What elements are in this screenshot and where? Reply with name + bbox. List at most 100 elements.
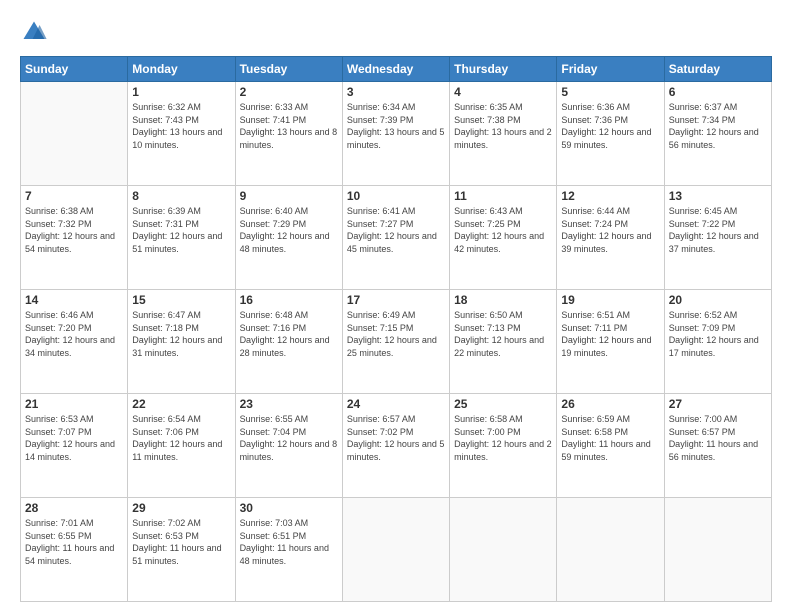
calendar-cell: 15 Sunrise: 6:47 AM Sunset: 7:18 PM Dayli… bbox=[128, 290, 235, 394]
header-thursday: Thursday bbox=[450, 57, 557, 82]
day-info: Sunrise: 6:38 AM Sunset: 7:32 PM Dayligh… bbox=[25, 205, 123, 255]
calendar-cell: 20 Sunrise: 6:52 AM Sunset: 7:09 PM Dayli… bbox=[664, 290, 771, 394]
header-monday: Monday bbox=[128, 57, 235, 82]
day-info: Sunrise: 6:55 AM Sunset: 7:04 PM Dayligh… bbox=[240, 413, 338, 463]
calendar-cell: 27Sunrise: 7:00 AM Sunset: 6:57 PM Dayli… bbox=[664, 394, 771, 498]
calendar-table: Sunday Monday Tuesday Wednesday Thursday… bbox=[20, 56, 772, 602]
day-info: Sunrise: 6:48 AM Sunset: 7:16 PM Dayligh… bbox=[240, 309, 338, 359]
calendar-cell: 28 Sunrise: 7:01 AM Sunset: 6:55 PM Dayli… bbox=[21, 498, 128, 602]
header-wednesday: Wednesday bbox=[342, 57, 449, 82]
day-info: Sunrise: 6:32 AM Sunset: 7:43 PM Dayligh… bbox=[132, 101, 230, 151]
day-info: Sunrise: 6:54 AM Sunset: 7:06 PM Dayligh… bbox=[132, 413, 230, 463]
calendar-row-4: 21 Sunrise: 6:53 AM Sunset: 7:07 PM Dayli… bbox=[21, 394, 772, 498]
day-number: 4 bbox=[454, 85, 552, 99]
calendar-cell: 29 Sunrise: 7:02 AM Sunset: 6:53 PM Dayli… bbox=[128, 498, 235, 602]
day-info: Sunrise: 6:44 AM Sunset: 7:24 PM Dayligh… bbox=[561, 205, 659, 255]
calendar-cell: 5 Sunrise: 6:36 AM Sunset: 7:36 PM Daylig… bbox=[557, 82, 664, 186]
day-number: 14 bbox=[25, 293, 123, 307]
day-info: Sunrise: 6:53 AM Sunset: 7:07 PM Dayligh… bbox=[25, 413, 123, 463]
calendar-row-3: 14 Sunrise: 6:46 AM Sunset: 7:20 PM Dayli… bbox=[21, 290, 772, 394]
day-info: Sunrise: 6:36 AM Sunset: 7:36 PM Dayligh… bbox=[561, 101, 659, 151]
calendar-row-1: 1 Sunrise: 6:32 AM Sunset: 7:43 PM Daylig… bbox=[21, 82, 772, 186]
calendar-cell: 18 Sunrise: 6:50 AM Sunset: 7:13 PM Dayli… bbox=[450, 290, 557, 394]
calendar-cell: 26 Sunrise: 6:59 AM Sunset: 6:58 PM Dayli… bbox=[557, 394, 664, 498]
day-number: 3 bbox=[347, 85, 445, 99]
day-number: 5 bbox=[561, 85, 659, 99]
calendar-cell: 6Sunrise: 6:37 AM Sunset: 7:34 PM Daylig… bbox=[664, 82, 771, 186]
day-info: Sunrise: 6:50 AM Sunset: 7:13 PM Dayligh… bbox=[454, 309, 552, 359]
day-number: 16 bbox=[240, 293, 338, 307]
calendar-cell: 3Sunrise: 6:34 AM Sunset: 7:39 PM Daylig… bbox=[342, 82, 449, 186]
day-info: Sunrise: 6:57 AM Sunset: 7:02 PM Dayligh… bbox=[347, 413, 445, 463]
day-number: 11 bbox=[454, 189, 552, 203]
day-number: 8 bbox=[132, 189, 230, 203]
calendar-cell: 11 Sunrise: 6:43 AM Sunset: 7:25 PM Dayli… bbox=[450, 186, 557, 290]
calendar-cell: 10 Sunrise: 6:41 AM Sunset: 7:27 PM Dayli… bbox=[342, 186, 449, 290]
day-info: Sunrise: 6:52 AM Sunset: 7:09 PM Dayligh… bbox=[669, 309, 767, 359]
day-number: 15 bbox=[132, 293, 230, 307]
calendar-cell: 14 Sunrise: 6:46 AM Sunset: 7:20 PM Dayli… bbox=[21, 290, 128, 394]
day-number: 7 bbox=[25, 189, 123, 203]
day-number: 12 bbox=[561, 189, 659, 203]
header-friday: Friday bbox=[557, 57, 664, 82]
day-number: 13 bbox=[669, 189, 767, 203]
day-info: Sunrise: 6:37 AM Sunset: 7:34 PM Dayligh… bbox=[669, 101, 767, 151]
calendar-cell: 12 Sunrise: 6:44 AM Sunset: 7:24 PM Dayli… bbox=[557, 186, 664, 290]
day-number: 17 bbox=[347, 293, 445, 307]
calendar-cell: 25 Sunrise: 6:58 AM Sunset: 7:00 PM Dayli… bbox=[450, 394, 557, 498]
day-number: 10 bbox=[347, 189, 445, 203]
day-number: 19 bbox=[561, 293, 659, 307]
calendar-cell: 19 Sunrise: 6:51 AM Sunset: 7:11 PM Dayli… bbox=[557, 290, 664, 394]
calendar-cell: 4Sunrise: 6:35 AM Sunset: 7:38 PM Daylig… bbox=[450, 82, 557, 186]
calendar-row-5: 28 Sunrise: 7:01 AM Sunset: 6:55 PM Dayli… bbox=[21, 498, 772, 602]
calendar-row-2: 7 Sunrise: 6:38 AM Sunset: 7:32 PM Daylig… bbox=[21, 186, 772, 290]
day-number: 25 bbox=[454, 397, 552, 411]
day-info: Sunrise: 6:46 AM Sunset: 7:20 PM Dayligh… bbox=[25, 309, 123, 359]
calendar-cell: 24 Sunrise: 6:57 AM Sunset: 7:02 PM Dayli… bbox=[342, 394, 449, 498]
day-number: 18 bbox=[454, 293, 552, 307]
day-number: 20 bbox=[669, 293, 767, 307]
day-info: Sunrise: 6:33 AM Sunset: 7:41 PM Dayligh… bbox=[240, 101, 338, 151]
day-number: 29 bbox=[132, 501, 230, 515]
day-info: Sunrise: 7:03 AM Sunset: 6:51 PM Dayligh… bbox=[240, 517, 338, 567]
day-number: 21 bbox=[25, 397, 123, 411]
day-number: 24 bbox=[347, 397, 445, 411]
calendar-cell: 8 Sunrise: 6:39 AM Sunset: 7:31 PM Daylig… bbox=[128, 186, 235, 290]
day-info: Sunrise: 6:47 AM Sunset: 7:18 PM Dayligh… bbox=[132, 309, 230, 359]
logo bbox=[20, 18, 52, 46]
day-info: Sunrise: 6:39 AM Sunset: 7:31 PM Dayligh… bbox=[132, 205, 230, 255]
day-number: 23 bbox=[240, 397, 338, 411]
calendar-cell: 21 Sunrise: 6:53 AM Sunset: 7:07 PM Dayli… bbox=[21, 394, 128, 498]
day-info: Sunrise: 7:02 AM Sunset: 6:53 PM Dayligh… bbox=[132, 517, 230, 567]
day-info: Sunrise: 6:40 AM Sunset: 7:29 PM Dayligh… bbox=[240, 205, 338, 255]
day-info: Sunrise: 6:59 AM Sunset: 6:58 PM Dayligh… bbox=[561, 413, 659, 463]
calendar-cell: 30 Sunrise: 7:03 AM Sunset: 6:51 PM Dayli… bbox=[235, 498, 342, 602]
day-info: Sunrise: 6:58 AM Sunset: 7:00 PM Dayligh… bbox=[454, 413, 552, 463]
calendar-cell: 1 Sunrise: 6:32 AM Sunset: 7:43 PM Daylig… bbox=[128, 82, 235, 186]
day-info: Sunrise: 6:41 AM Sunset: 7:27 PM Dayligh… bbox=[347, 205, 445, 255]
calendar-cell: 9 Sunrise: 6:40 AM Sunset: 7:29 PM Daylig… bbox=[235, 186, 342, 290]
calendar-cell bbox=[21, 82, 128, 186]
calendar-cell: 7 Sunrise: 6:38 AM Sunset: 7:32 PM Daylig… bbox=[21, 186, 128, 290]
calendar-cell: 13 Sunrise: 6:45 AM Sunset: 7:22 PM Dayli… bbox=[664, 186, 771, 290]
day-number: 30 bbox=[240, 501, 338, 515]
calendar-cell: 23 Sunrise: 6:55 AM Sunset: 7:04 PM Dayli… bbox=[235, 394, 342, 498]
header-sunday: Sunday bbox=[21, 57, 128, 82]
calendar-cell: 16 Sunrise: 6:48 AM Sunset: 7:16 PM Dayli… bbox=[235, 290, 342, 394]
day-info: Sunrise: 7:01 AM Sunset: 6:55 PM Dayligh… bbox=[25, 517, 123, 567]
day-number: 22 bbox=[132, 397, 230, 411]
calendar-cell bbox=[664, 498, 771, 602]
day-info: Sunrise: 6:49 AM Sunset: 7:15 PM Dayligh… bbox=[347, 309, 445, 359]
calendar-cell: 22 Sunrise: 6:54 AM Sunset: 7:06 PM Dayli… bbox=[128, 394, 235, 498]
day-number: 27 bbox=[669, 397, 767, 411]
calendar-cell: 2Sunrise: 6:33 AM Sunset: 7:41 PM Daylig… bbox=[235, 82, 342, 186]
day-info: Sunrise: 6:51 AM Sunset: 7:11 PM Dayligh… bbox=[561, 309, 659, 359]
day-number: 28 bbox=[25, 501, 123, 515]
header-saturday: Saturday bbox=[664, 57, 771, 82]
day-info: Sunrise: 6:45 AM Sunset: 7:22 PM Dayligh… bbox=[669, 205, 767, 255]
weekday-header-row: Sunday Monday Tuesday Wednesday Thursday… bbox=[21, 57, 772, 82]
day-number: 26 bbox=[561, 397, 659, 411]
day-number: 1 bbox=[132, 85, 230, 99]
day-number: 9 bbox=[240, 189, 338, 203]
day-info: Sunrise: 6:43 AM Sunset: 7:25 PM Dayligh… bbox=[454, 205, 552, 255]
